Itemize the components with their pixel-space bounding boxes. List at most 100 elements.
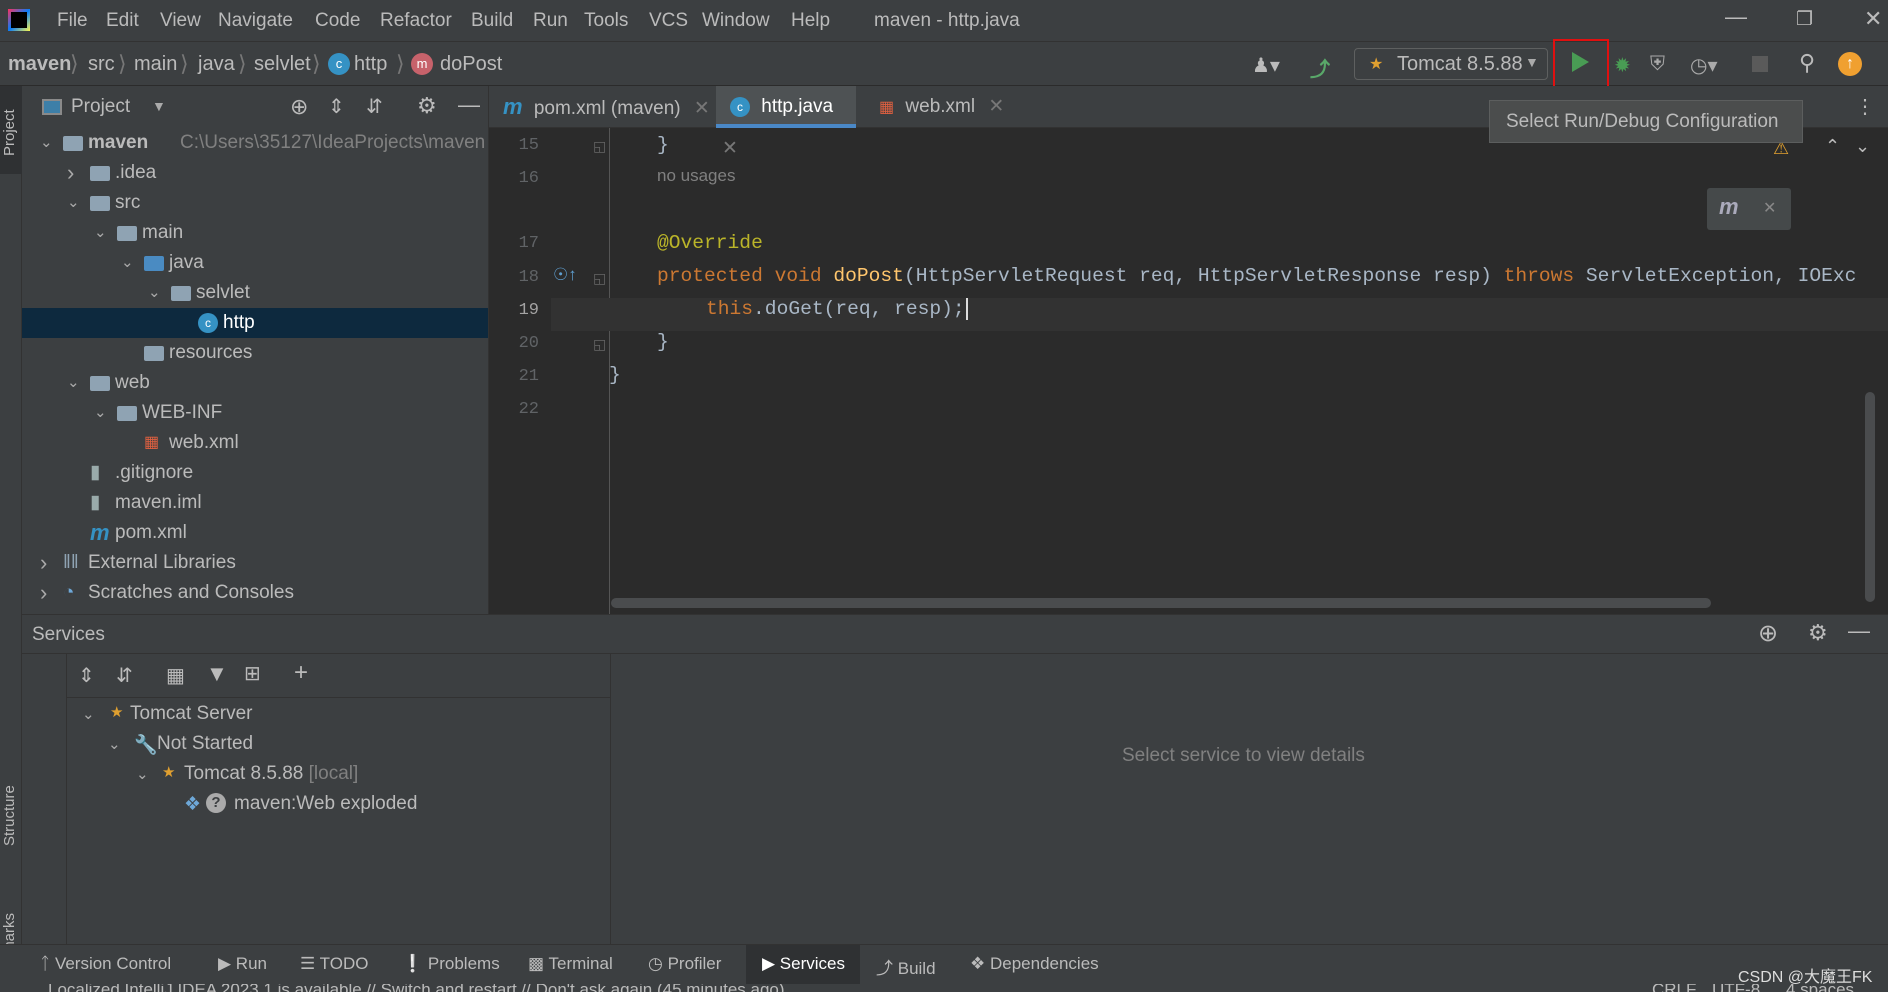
fold-icon[interactable]: ◱ bbox=[593, 270, 606, 287]
vertical-scrollbar[interactable] bbox=[1865, 392, 1875, 602]
usages-hint[interactable]: no usages bbox=[657, 166, 735, 186]
tab-pom-xml[interactable]: m pom.xml (maven) ✕ bbox=[503, 86, 723, 128]
chevron-down-icon[interactable]: ⌄ bbox=[94, 218, 107, 248]
tool-version-control[interactable]: ᛏ Version Control bbox=[40, 954, 171, 974]
tree-item-selvlet[interactable]: ⌄ selvlet bbox=[22, 278, 488, 308]
debug-bug-icon[interactable]: ✹ bbox=[1614, 53, 1631, 78]
breadcrumb-main[interactable]: main bbox=[134, 53, 177, 76]
code-line-21[interactable]: } bbox=[609, 364, 621, 386]
line-separator[interactable]: CRLF bbox=[1652, 984, 1696, 992]
tree-item-java[interactable]: ⌄ java bbox=[22, 248, 488, 278]
tree-item-web-inf[interactable]: ⌄ WEB-INF bbox=[22, 398, 488, 428]
close-icon[interactable]: ✕ bbox=[1763, 198, 1776, 218]
chevron-down-icon[interactable]: ⌄ bbox=[40, 128, 53, 158]
breadcrumb-maven[interactable]: maven bbox=[8, 53, 71, 76]
tree-item-gitignore[interactable]: ▮ .gitignore bbox=[22, 458, 488, 488]
tool-run[interactable]: ▶ Run bbox=[218, 954, 267, 974]
new-tab-icon[interactable]: ⊞ bbox=[244, 661, 261, 686]
status-message[interactable]: Localized IntelliJ IDEA 2023.1 is availa… bbox=[48, 984, 785, 992]
tree-item-web[interactable]: ⌄ web bbox=[22, 368, 488, 398]
gear-icon[interactable]: ⚙ bbox=[417, 93, 437, 119]
update-icon[interactable]: ↑ bbox=[1838, 52, 1862, 76]
breadcrumb-src[interactable]: src bbox=[88, 53, 115, 76]
stop-icon[interactable] bbox=[1752, 56, 1768, 72]
breadcrumb-java[interactable]: java bbox=[198, 53, 235, 76]
menu-window[interactable]: Window bbox=[702, 10, 770, 32]
tree-item-maven-iml[interactable]: ▮ maven.iml bbox=[22, 488, 488, 518]
search-icon[interactable]: ⚲ bbox=[1799, 50, 1815, 76]
code-line-15[interactable]: } bbox=[657, 134, 669, 156]
collapse-all-icon[interactable]: ⇵ bbox=[366, 94, 383, 119]
chevron-down-icon[interactable]: ⌄ bbox=[94, 398, 107, 428]
chevron-down-icon[interactable]: ⌄ bbox=[82, 705, 95, 723]
menu-navigate[interactable]: Navigate bbox=[218, 10, 293, 32]
horizontal-scrollbar[interactable] bbox=[611, 598, 1711, 608]
code-line-20[interactable]: } bbox=[657, 331, 669, 353]
tree-item-main[interactable]: ⌄ main bbox=[22, 218, 488, 248]
tree-item-not-started[interactable]: Not Started bbox=[157, 733, 253, 755]
code-line-17[interactable]: @Override bbox=[657, 232, 763, 254]
close-icon[interactable]: ✕ bbox=[694, 98, 710, 119]
expand-all-icon[interactable]: ⇕ bbox=[328, 94, 345, 119]
tab-web-xml[interactable]: ▦ web.xml ✕ bbox=[879, 86, 1009, 128]
tool-build[interactable]: ⤴ Build bbox=[876, 954, 936, 979]
menu-code[interactable]: Code bbox=[315, 10, 360, 32]
maven-reload-icon[interactable]: m bbox=[1719, 194, 1739, 220]
minimize-button[interactable]: — bbox=[1725, 4, 1747, 30]
tool-services[interactable]: ▶ Services bbox=[762, 954, 845, 974]
tree-item-idea[interactable]: › .idea bbox=[22, 158, 488, 188]
tree-item-scratches-and-consoles[interactable]: › ◔ Scratches and Consoles bbox=[22, 578, 488, 608]
breadcrumb-selvlet[interactable]: selvlet bbox=[254, 53, 311, 76]
tree-item-maven[interactable]: ⌄ maven C:\Users\35127\IdeaProjects\maven bbox=[22, 128, 488, 158]
tree-item-web-xml[interactable]: ▦ web.xml bbox=[22, 428, 488, 458]
chevron-down-icon[interactable]: ▼ bbox=[152, 98, 166, 114]
collapse-all-icon[interactable]: ⇵ bbox=[116, 663, 133, 688]
close-icon[interactable]: ✕ bbox=[722, 138, 738, 159]
menu-edit[interactable]: Edit bbox=[106, 10, 139, 32]
chevron-down-icon[interactable]: ⌄ bbox=[136, 765, 149, 783]
chevron-down-icon[interactable]: ⌄ bbox=[67, 188, 80, 218]
tree-item-tomcat-local[interactable]: Tomcat 8.5.88 [local] bbox=[184, 763, 358, 785]
chevron-down-icon[interactable]: ⌄ bbox=[148, 278, 161, 308]
menu-run[interactable]: Run bbox=[533, 10, 568, 32]
chevron-down-icon[interactable]: ⌄ bbox=[108, 735, 121, 753]
next-highlight-icon[interactable]: ⌄ bbox=[1855, 136, 1870, 157]
tool-todo[interactable]: ☰ TODO bbox=[300, 954, 368, 974]
chevron-down-icon[interactable]: ⌄ bbox=[121, 248, 134, 278]
fold-icon[interactable]: ◱ bbox=[593, 336, 606, 353]
group-by-icon[interactable]: ▦ bbox=[166, 663, 185, 688]
locate-icon[interactable]: ⊕ bbox=[290, 94, 308, 120]
run-config-selector[interactable]: ★ Tomcat 8.5.88 ▼ bbox=[1354, 48, 1548, 80]
close-icon[interactable]: ✕ bbox=[988, 96, 1004, 117]
override-gutter-icon[interactable]: ☉↑ bbox=[553, 265, 577, 285]
tool-problems[interactable]: ❕ Problems bbox=[402, 954, 500, 974]
user-icon[interactable]: ♟▾ bbox=[1252, 53, 1280, 78]
chevron-right-icon[interactable]: › bbox=[67, 158, 74, 188]
close-button[interactable]: ✕ bbox=[1864, 6, 1882, 32]
stripe-project[interactable]: Project bbox=[1, 109, 18, 156]
chevron-right-icon[interactable]: › bbox=[40, 578, 47, 608]
tool-profiler[interactable]: ◷ Profiler bbox=[648, 954, 721, 974]
tab-http-java[interactable]: c http.java ✕ bbox=[716, 86, 856, 159]
breadcrumb-http[interactable]: http bbox=[354, 53, 387, 76]
tree-item-http[interactable]: c http bbox=[22, 308, 488, 338]
tree-item-pom-xml[interactable]: m pom.xml bbox=[22, 518, 488, 548]
menu-help[interactable]: Help bbox=[791, 10, 830, 32]
profile-icon[interactable]: ◷▾ bbox=[1690, 53, 1718, 78]
hide-icon[interactable]: — bbox=[1848, 618, 1870, 644]
indent-setting[interactable]: 4 spaces bbox=[1786, 984, 1854, 992]
menu-build[interactable]: Build bbox=[471, 10, 513, 32]
add-service-icon[interactable]: + bbox=[294, 659, 308, 687]
project-title[interactable]: Project bbox=[71, 96, 130, 118]
menu-vcs[interactable]: VCS bbox=[649, 10, 688, 32]
tree-item-resources[interactable]: resources bbox=[22, 338, 488, 368]
code-line-18[interactable]: protected void doPost(HttpServletRequest… bbox=[657, 265, 1856, 287]
tree-item-web-exploded[interactable]: maven:Web exploded bbox=[234, 793, 417, 815]
tree-item-external-libraries[interactable]: › ‖‖ External Libraries bbox=[22, 548, 488, 578]
menu-refactor[interactable]: Refactor bbox=[380, 10, 452, 32]
file-encoding[interactable]: UTF-8 bbox=[1712, 984, 1760, 992]
code-line-19[interactable]: this.doGet(req, resp); bbox=[706, 298, 968, 320]
tool-dependencies[interactable]: ❖ Dependencies bbox=[970, 954, 1099, 974]
stripe-structure[interactable]: Structure bbox=[1, 785, 18, 846]
restore-button[interactable]: ❐ bbox=[1796, 8, 1813, 31]
